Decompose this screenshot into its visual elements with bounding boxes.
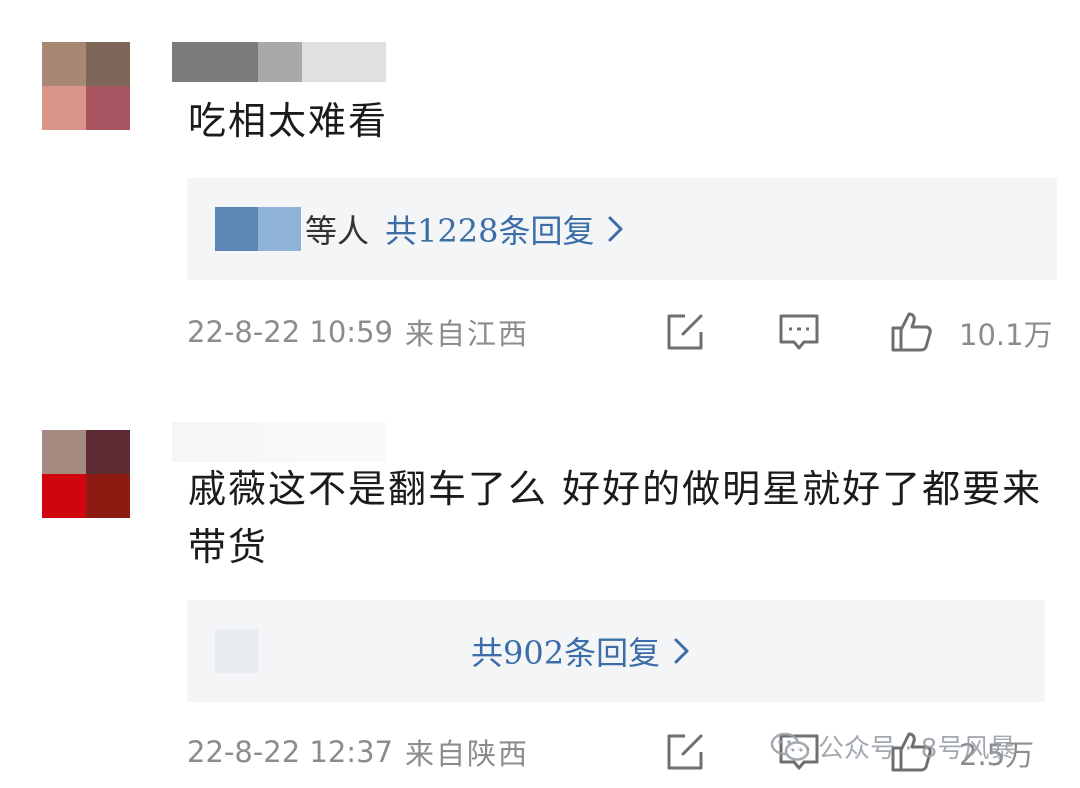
chevron-right-icon (674, 638, 689, 664)
comment-card: 吃相太难看 等人 共1228条回复 22-8-22 10:59 来自江西 10.… (0, 0, 1080, 400)
blur-block (215, 207, 258, 251)
avatar-pixel (86, 430, 130, 474)
comment-text: 戚薇这不是翻车了么 好好的做明星就好了都要来带货 (188, 467, 1043, 569)
blur-block (258, 42, 302, 82)
avatar[interactable] (42, 42, 130, 130)
blur-block (258, 422, 302, 462)
location: 来自陕西 (404, 737, 529, 771)
comment-icon[interactable] (777, 310, 821, 354)
avatar-pixel (42, 42, 86, 86)
timestamp: 22-8-22 10:59 (187, 315, 393, 349)
avatar-pixel (42, 86, 86, 130)
watermark-text: 公众号 · 8号风暴 (818, 734, 1016, 764)
share-icon[interactable] (663, 310, 707, 354)
comment-text: 吃相太难看 (188, 99, 389, 143)
reply-count-link[interactable]: 共902条回复 (471, 628, 660, 674)
avatar-pixel (86, 474, 130, 518)
timestamp: 22-8-22 12:37 (187, 735, 393, 769)
blur-block (172, 42, 258, 82)
blur-block (258, 207, 301, 251)
chevron-right-icon (608, 216, 623, 242)
reply-avatar-redacted (215, 207, 301, 251)
reply-prefix: 等人 (305, 212, 370, 250)
reply-summary[interactable]: 等人 共1228条回复 (187, 178, 1057, 280)
wechat-icon (770, 732, 810, 761)
avatar-pixel (86, 42, 130, 86)
reply-summary[interactable]: 共902条回复 (187, 600, 1045, 702)
blur-block (302, 422, 386, 462)
comment-meta: 22-8-22 10:59 来自江西 10.1万 (187, 302, 1057, 362)
watermark: 公众号 · 8号风暴 (770, 728, 1015, 765)
username-redacted[interactable] (172, 42, 386, 82)
thumbs-up-icon[interactable] (889, 310, 933, 354)
blur-block (172, 422, 258, 462)
reply-avatar-redacted (215, 629, 301, 673)
username-redacted[interactable] (172, 422, 386, 462)
location: 来自江西 (404, 317, 529, 351)
avatar-pixel (42, 474, 86, 518)
blur-block (302, 42, 386, 82)
avatar-pixel (42, 430, 86, 474)
avatar[interactable] (42, 430, 130, 518)
like-count: 10.1万 (959, 318, 1053, 352)
blur-block (215, 629, 258, 673)
share-icon[interactable] (663, 730, 707, 774)
reply-count-link[interactable]: 共1228条回复 (385, 206, 594, 252)
blur-block (258, 629, 301, 673)
avatar-pixel (86, 86, 130, 130)
